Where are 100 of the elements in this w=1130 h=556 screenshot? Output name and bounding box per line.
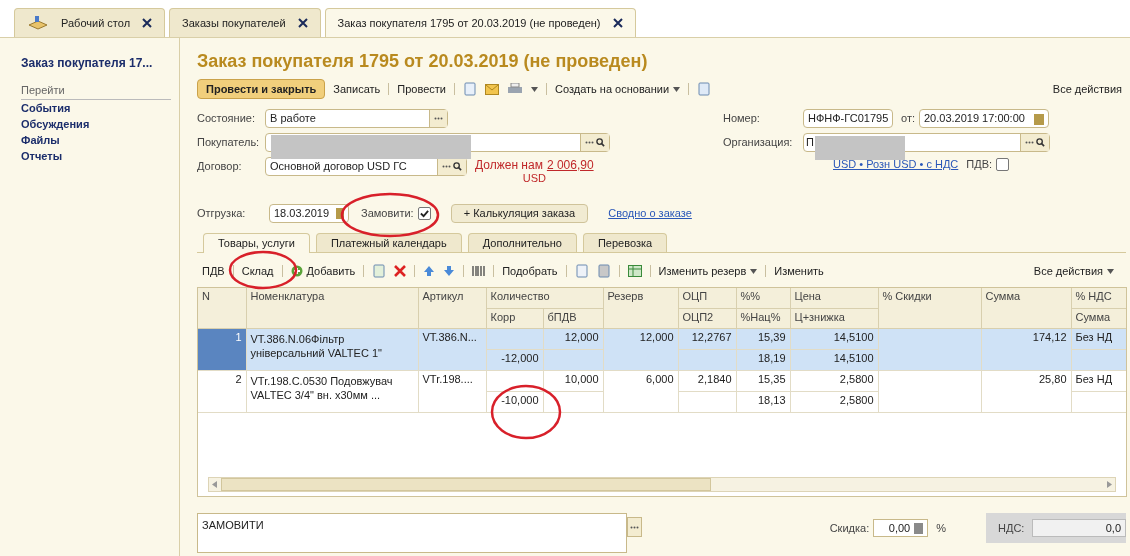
- column-header[interactable]: бПДВ: [547, 310, 577, 323]
- discount-label: Скидка:: [829, 520, 870, 536]
- section-tab[interactable]: Дополнительно: [467, 233, 577, 252]
- column-header[interactable]: ОЦП: [682, 290, 708, 302]
- barcode-icon[interactable]: [472, 265, 486, 277]
- calendar-icon[interactable]: [1034, 112, 1044, 125]
- sidebar-link[interactable]: Файлы: [21, 131, 167, 148]
- annotation-ellipse: [490, 384, 562, 440]
- column-header[interactable]: % НДС: [1075, 290, 1112, 302]
- column-header[interactable]: Артикул: [422, 290, 464, 302]
- field-label: Отгрузка:: [197, 205, 247, 221]
- toolbar-button[interactable]: ПДВ: [202, 262, 225, 280]
- column-header[interactable]: Сумма: [1075, 310, 1111, 323]
- number-field[interactable]: НФНФ-ГС01795: [803, 109, 893, 128]
- toolbar-button[interactable]: Изменить: [774, 262, 824, 280]
- date-field[interactable]: 20.03.2019 17:00:00: [919, 109, 1049, 128]
- envelope-icon[interactable]: [485, 83, 499, 95]
- print-menu-caret[interactable]: [531, 86, 538, 92]
- column-header[interactable]: Цена: [794, 290, 821, 302]
- post-and-close-button[interactable]: Провести и закрыть: [197, 79, 326, 99]
- copy-document-icon[interactable]: [372, 264, 387, 278]
- all-actions-menu[interactable]: Все действия: [1052, 80, 1122, 98]
- scrollbar-thumb[interactable]: [221, 478, 711, 491]
- table-cell: 2,5800: [839, 393, 874, 406]
- select-search-button[interactable]: [580, 134, 609, 151]
- select-button[interactable]: [627, 517, 642, 537]
- column-header[interactable]: % Скидки: [882, 290, 932, 302]
- column-header[interactable]: Количество: [490, 290, 550, 302]
- discount-field[interactable]: 0,00: [873, 519, 929, 537]
- table-cell: 12,2767: [691, 330, 732, 343]
- create-based-on-menu[interactable]: Создать на основании: [555, 80, 681, 98]
- caret-icon: [750, 268, 758, 274]
- all-actions-menu[interactable]: Все действия: [1033, 262, 1114, 280]
- paste-icon[interactable]: [596, 264, 611, 278]
- section-tab[interactable]: Товары, услуги: [203, 233, 310, 253]
- section-tab[interactable]: Перевозка: [582, 233, 668, 252]
- column-header[interactable]: Корр: [490, 310, 516, 323]
- close-icon[interactable]: [142, 18, 153, 28]
- row-number-cell[interactable]: 1: [198, 328, 246, 370]
- select-button[interactable]: [429, 110, 447, 127]
- arrow-up-icon[interactable]: [423, 265, 436, 277]
- window-tab[interactable]: Заказы покупателей: [169, 8, 321, 37]
- field-label: Состояние:: [197, 111, 256, 127]
- table-cell: 2,1840: [697, 372, 732, 385]
- column-header[interactable]: %Нац%: [740, 310, 781, 323]
- sidebar-link[interactable]: Отчеты: [21, 147, 167, 164]
- sidebar-link[interactable]: События: [21, 99, 167, 116]
- arrow-down-icon[interactable]: [443, 265, 456, 277]
- debt-amount-link[interactable]: 2 006,90: [546, 159, 594, 172]
- delete-icon[interactable]: [394, 265, 407, 277]
- sidebar-link[interactable]: Обсуждения: [21, 115, 167, 132]
- search-icon: [596, 138, 605, 147]
- table-cell: -12,000: [501, 351, 539, 364]
- order-label: Замовити:: [361, 205, 414, 221]
- close-icon[interactable]: [297, 18, 308, 28]
- column-header[interactable]: N: [202, 290, 210, 302]
- calendar-icon[interactable]: [336, 207, 344, 219]
- field-label: Организация:: [723, 135, 794, 151]
- select-search-button[interactable]: [1020, 134, 1049, 151]
- column-header[interactable]: Сумма: [985, 290, 1021, 302]
- contract-field[interactable]: Основной договор USD ГС: [265, 157, 467, 176]
- column-header[interactable]: ОЦП2: [682, 310, 714, 323]
- order-calculation-button[interactable]: + Калькуляция заказа: [450, 203, 589, 223]
- order-summary-link[interactable]: Сводно о заказе: [608, 204, 692, 222]
- table-cell: 6,000: [646, 372, 674, 385]
- price-type-link[interactable]: USD • Розн USD • с НДС: [833, 155, 959, 173]
- horizontal-scrollbar[interactable]: [208, 477, 1116, 492]
- toolbar-button[interactable]: Подобрать: [502, 262, 558, 280]
- column-header[interactable]: %%: [740, 290, 761, 302]
- change-reserve-menu[interactable]: Изменить резерв: [658, 262, 758, 280]
- shipment-date-field[interactable]: 18.03.2019: [269, 203, 349, 223]
- report-icon[interactable]: [697, 82, 712, 96]
- checkbox[interactable]: [996, 157, 1010, 171]
- checkbox[interactable]: [417, 206, 431, 220]
- caret-icon: [1107, 268, 1114, 274]
- debt-currency: USD: [522, 172, 546, 185]
- table-cell: VTr.198....: [422, 372, 473, 385]
- table-cell: 12,000: [639, 330, 674, 343]
- close-icon[interactable]: [612, 18, 623, 28]
- add-button[interactable]: Добавить: [290, 262, 356, 280]
- printer-icon[interactable]: [507, 82, 523, 96]
- toolbar-button[interactable]: Провести: [397, 80, 446, 98]
- desk-icon: [27, 15, 49, 31]
- comment-field[interactable]: ЗАМОВИТИ: [197, 513, 627, 553]
- table-cell: Без НД: [1075, 372, 1113, 385]
- document-icon[interactable]: [463, 82, 477, 96]
- section-tab[interactable]: Платежный календарь: [315, 233, 462, 252]
- search-icon: [453, 162, 462, 171]
- window-tab[interactable]: Заказ покупателя 1795 от 20.03.2019 (не проведен): [324, 8, 636, 37]
- document-icon[interactable]: [574, 264, 589, 278]
- window-tab[interactable]: Рабочий стол: [14, 8, 166, 37]
- column-header[interactable]: Ц+знижка: [794, 310, 845, 323]
- state-field[interactable]: В работе: [265, 109, 448, 128]
- column-header[interactable]: Резерв: [607, 290, 644, 302]
- caret-icon: [531, 86, 538, 92]
- sidebar-title[interactable]: Заказ покупателя 17...: [21, 54, 167, 72]
- table-icon[interactable]: [627, 265, 642, 277]
- column-header[interactable]: Номенклатура: [250, 290, 325, 302]
- table-cell: 25,80: [1039, 372, 1067, 385]
- toolbar-button[interactable]: Записать: [333, 80, 381, 98]
